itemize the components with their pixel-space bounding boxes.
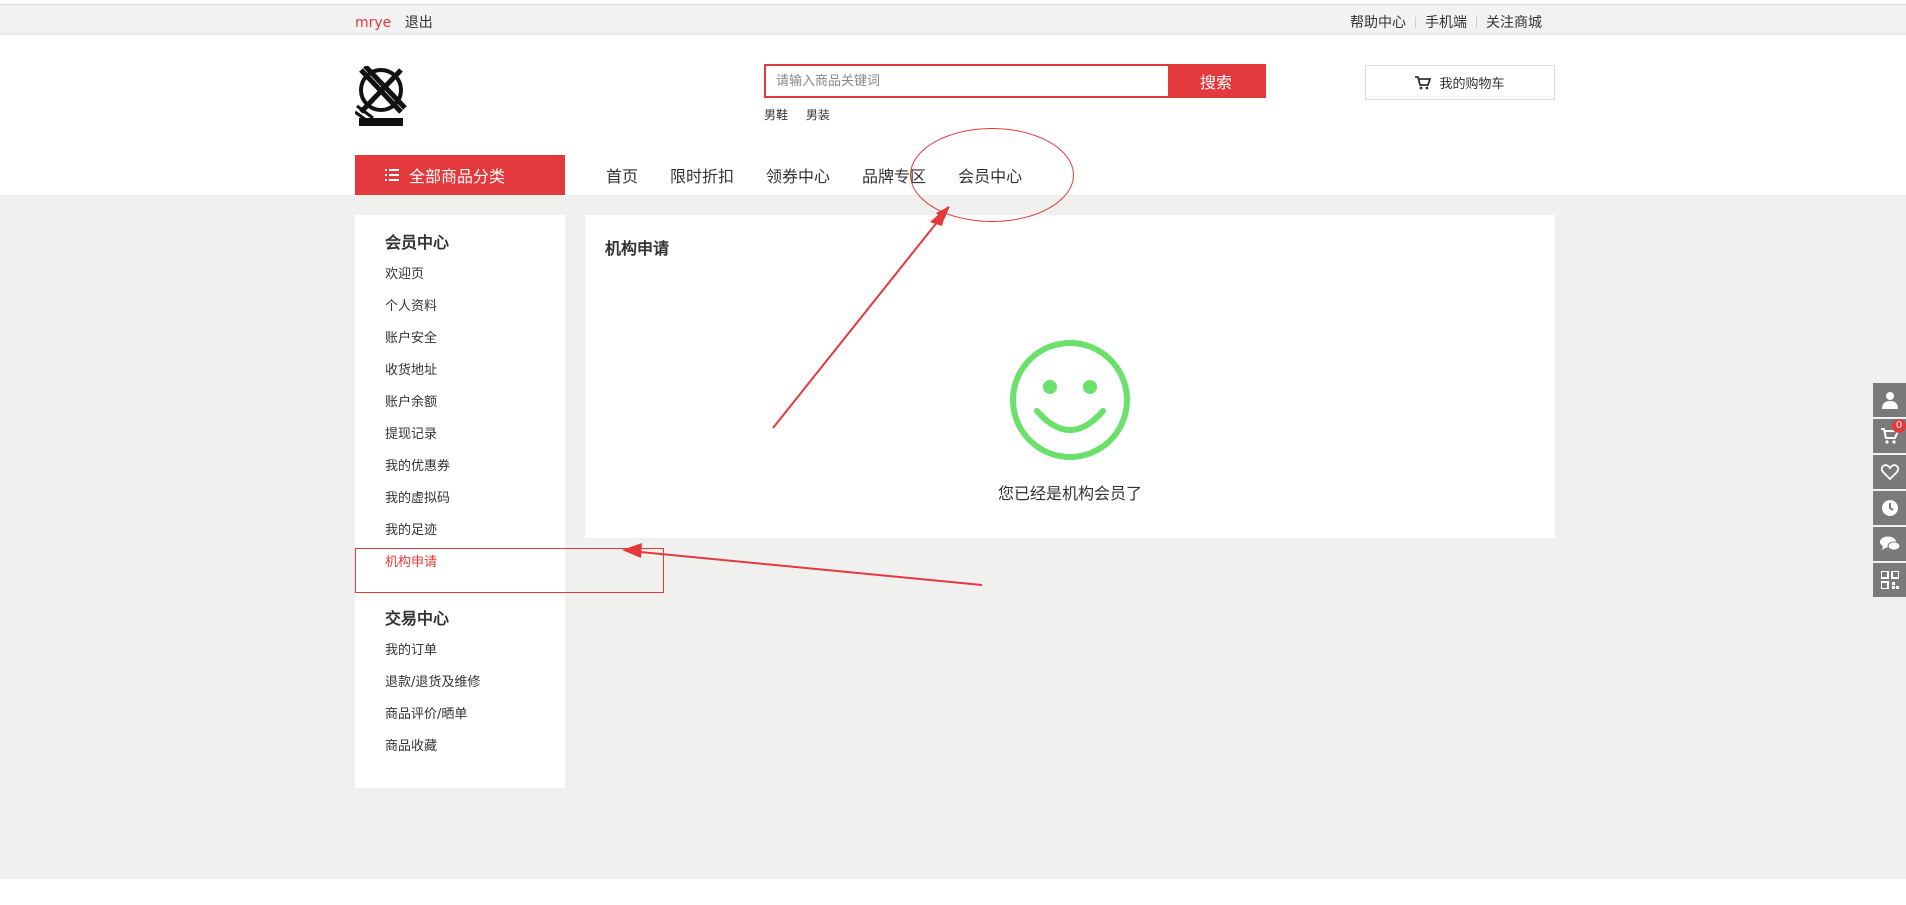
annotation-arrows [622,206,983,586]
side-user-button[interactable] [1873,383,1906,417]
side-cart-button[interactable]: 0 [1873,419,1906,453]
clock-icon [1881,500,1898,516]
heart-icon [1880,464,1899,480]
side-favorites-button[interactable] [1873,455,1906,489]
chat-icon [1879,536,1900,551]
cart-count-badge: 0 [1892,419,1906,433]
side-qrcode-button[interactable] [1873,563,1906,597]
qrcode-icon [1880,571,1899,589]
side-chat-button[interactable] [1873,527,1906,561]
user-icon [1881,392,1898,409]
side-history-button[interactable] [1873,491,1906,525]
side-toolbar: 0 [1873,383,1906,599]
